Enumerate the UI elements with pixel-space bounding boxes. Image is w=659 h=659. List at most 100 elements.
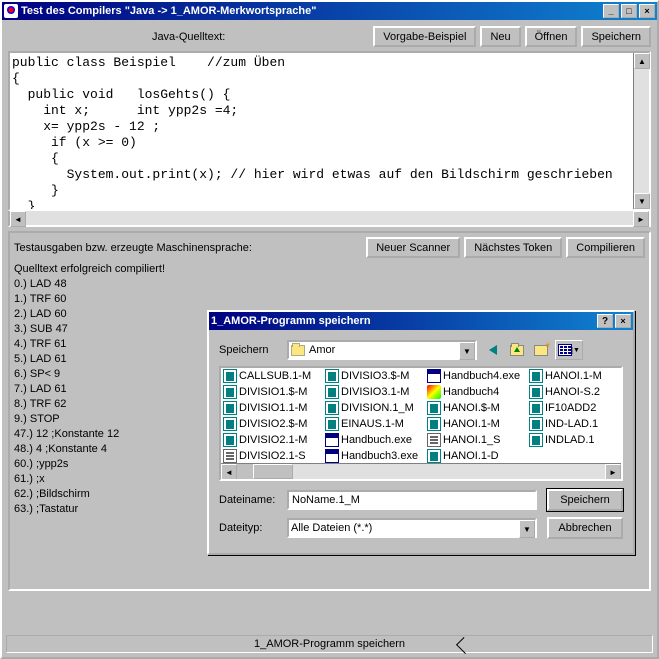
minimize-button[interactable]: _ xyxy=(603,4,619,18)
file-item[interactable]: CALLSUB.1-M xyxy=(221,368,323,384)
close-button[interactable]: × xyxy=(639,4,655,18)
scanner-button[interactable]: Neuer Scanner xyxy=(366,237,460,258)
hscroll-track[interactable] xyxy=(26,211,633,225)
output-label: Testausgaben bzw. erzeugte Maschinenspra… xyxy=(14,242,362,254)
file-item[interactable]: HANOI.1-D xyxy=(425,448,527,464)
file-label: DIVISIO2.1-S xyxy=(239,450,306,462)
filetype-value: Alle Dateien (*.*) xyxy=(291,522,372,534)
file-icon xyxy=(325,449,339,463)
file-item[interactable]: DIVISIO1.1-M xyxy=(221,400,323,416)
file-label: EINAUS.1-M xyxy=(341,418,404,430)
file-icon xyxy=(223,449,237,463)
file-icon xyxy=(529,385,543,399)
file-item[interactable]: DIVISIO3.$-M xyxy=(323,368,425,384)
folder-combo[interactable]: Amor ▼ xyxy=(287,340,477,360)
file-label: Handbuch4.exe xyxy=(443,370,520,382)
save-button[interactable]: Speichern xyxy=(581,26,651,47)
file-icon xyxy=(427,433,441,447)
file-item[interactable]: DIVISIO2.1-M xyxy=(221,432,323,448)
file-label: DIVISION.1_M xyxy=(341,402,414,414)
file-icon xyxy=(223,369,237,383)
file-icon xyxy=(325,369,339,383)
up-folder-button[interactable] xyxy=(507,340,527,360)
file-item[interactable]: IF10ADD2 xyxy=(527,400,623,416)
file-label: DIVISIO1.1-M xyxy=(239,402,307,414)
file-label: INDLAD.1 xyxy=(545,434,595,446)
open-button[interactable]: Öffnen xyxy=(525,26,578,47)
file-item[interactable]: DIVISIO1.$-M xyxy=(221,384,323,400)
file-item[interactable]: Handbuch3.exe xyxy=(323,448,425,464)
maximize-button[interactable]: □ xyxy=(621,4,637,18)
template-button[interactable]: Vorgabe-Beispiel xyxy=(373,26,476,47)
file-label: DIVISIO2.$-M xyxy=(239,418,307,430)
file-item[interactable]: DIVISIO3.1-M xyxy=(323,384,425,400)
view-button[interactable]: ▼ xyxy=(555,340,583,360)
new-button[interactable]: Neu xyxy=(480,26,520,47)
dialog-cancel-button[interactable]: Abbrechen xyxy=(547,517,623,539)
file-icon xyxy=(529,433,543,447)
file-icon xyxy=(529,369,543,383)
file-label: Handbuch4 xyxy=(443,386,499,398)
file-label: Handbuch3.exe xyxy=(341,450,418,462)
file-label: HANOI-S.2 xyxy=(545,386,600,398)
file-item[interactable]: HANOI.1-M xyxy=(527,368,623,384)
filetype-combo[interactable]: Alle Dateien (*.*) ▼ xyxy=(287,518,537,538)
file-icon xyxy=(427,369,441,383)
file-item[interactable]: DIVISION.1_M xyxy=(323,400,425,416)
file-label: HANOI.$-M xyxy=(443,402,500,414)
filetype-dropdown-icon[interactable]: ▼ xyxy=(519,520,535,538)
file-label: CALLSUB.1-M xyxy=(239,370,311,382)
scroll-up-button[interactable]: ▲ xyxy=(634,53,650,69)
vscrollbar[interactable]: ▲ ▼ xyxy=(633,53,649,209)
filename-input[interactable] xyxy=(287,490,537,510)
dialog-title: 1_AMOR-Programm speichern xyxy=(211,315,597,327)
file-item[interactable]: HANOI.1_S xyxy=(425,432,527,448)
file-scroll-right[interactable]: ► xyxy=(605,464,621,480)
file-label: HANOI.1-M xyxy=(443,418,500,430)
new-folder-button[interactable] xyxy=(531,340,551,360)
status-bar: 1_AMOR-Programm speichern xyxy=(6,635,653,653)
file-icon xyxy=(223,385,237,399)
help-button[interactable]: ? xyxy=(597,314,613,328)
source-label: Java-Quelltext: xyxy=(8,31,369,43)
file-item[interactable]: IND-LAD.1 xyxy=(527,416,623,432)
filename-label: Dateiname: xyxy=(219,494,287,506)
file-item[interactable]: Handbuch4.exe xyxy=(425,368,527,384)
file-scroll-thumb[interactable] xyxy=(253,464,293,479)
file-label: DIVISIO1.$-M xyxy=(239,386,307,398)
source-code[interactable]: public class Beispiel //zum Üben { publi… xyxy=(10,53,633,209)
hscrollbar[interactable]: ◄ ► xyxy=(8,211,651,227)
file-scroll-left[interactable]: ◄ xyxy=(221,464,237,480)
dropdown-icon[interactable]: ▼ xyxy=(459,342,475,360)
dialog-save-button[interactable]: Speichern xyxy=(547,489,623,511)
file-item[interactable]: HANOI.$-M xyxy=(425,400,527,416)
dialog-close-button[interactable]: × xyxy=(615,314,631,328)
status-text: 1_AMOR-Programm speichern xyxy=(254,638,405,650)
file-hscrollbar[interactable]: ◄ ► xyxy=(221,463,621,479)
file-item[interactable]: Handbuch4 xyxy=(425,384,527,400)
file-list[interactable]: CALLSUB.1-M DIVISIO1.$-M DIVISIO1.1-M DIVIS… xyxy=(219,366,623,481)
file-icon xyxy=(223,417,237,431)
file-item[interactable]: HANOI-S.2 xyxy=(527,384,623,400)
file-item[interactable]: DIVISIO2.1-S xyxy=(221,448,323,464)
file-label: IF10ADD2 xyxy=(545,402,596,414)
file-item[interactable]: INDLAD.1 xyxy=(527,432,623,448)
file-label: IND-LAD.1 xyxy=(545,418,598,430)
main-window: Test des Compilers "Java -> 1_AMOR-Merkw… xyxy=(0,0,659,659)
file-item[interactable]: Handbuch.exe xyxy=(323,432,425,448)
file-item[interactable]: HANOI.1-M xyxy=(425,416,527,432)
save-dialog: 1_AMOR-Programm speichern ? × Speichern … xyxy=(207,310,635,555)
scroll-track[interactable] xyxy=(634,69,649,193)
token-button[interactable]: Nächstes Token xyxy=(464,237,562,258)
scroll-down-button[interactable]: ▼ xyxy=(634,193,650,209)
compile-button[interactable]: Compilieren xyxy=(566,237,645,258)
file-item[interactable]: EINAUS.1-M xyxy=(323,416,425,432)
scroll-right-button[interactable]: ► xyxy=(633,211,649,227)
scroll-left-button[interactable]: ◄ xyxy=(10,211,26,227)
folder-icon xyxy=(291,345,305,356)
file-item[interactable]: DIVISIO2.$-M xyxy=(221,416,323,432)
java-icon xyxy=(4,4,18,18)
source-editor[interactable]: public class Beispiel //zum Üben { publi… xyxy=(8,51,651,211)
window-title: Test des Compilers "Java -> 1_AMOR-Merkw… xyxy=(21,5,601,17)
back-button[interactable] xyxy=(483,340,503,360)
